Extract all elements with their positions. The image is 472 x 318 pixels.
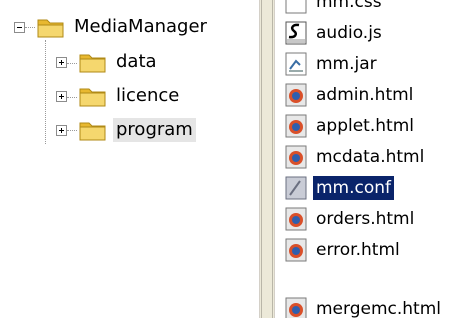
tree-label[interactable]: licence <box>113 84 182 108</box>
file-name[interactable]: orders.html <box>313 207 417 231</box>
html-file-icon <box>283 296 309 318</box>
file-item[interactable]: mm.jar <box>283 48 380 79</box>
folder-tree-pane: MediaManager data licence program <box>0 0 259 318</box>
file-name[interactable]: mm.jar <box>313 52 380 76</box>
folder-open-icon <box>37 16 65 38</box>
tree-connector <box>45 40 46 144</box>
file-item-selected[interactable]: mm.conf <box>283 172 395 203</box>
tree-label[interactable]: program <box>113 118 196 142</box>
script-file-icon <box>283 20 309 46</box>
config-file-icon <box>283 175 309 201</box>
file-item[interactable]: audio.js <box>283 17 385 48</box>
file-name[interactable]: mergemc.html <box>313 297 444 318</box>
pane-splitter[interactable] <box>259 0 275 318</box>
css-file-icon <box>283 0 309 15</box>
file-item[interactable]: orders.html <box>283 203 417 234</box>
splitter-edge <box>261 0 262 318</box>
file-name[interactable]: applet.html <box>313 114 417 138</box>
folder-icon <box>79 51 107 73</box>
file-name[interactable]: mcdata.html <box>313 145 427 169</box>
file-name[interactable]: mm.css <box>313 0 385 14</box>
tree-label[interactable]: MediaManager <box>71 15 210 39</box>
expand-toggle-icon[interactable] <box>56 124 67 136</box>
file-item[interactable]: mcdata.html <box>283 141 427 172</box>
expand-toggle-icon[interactable] <box>56 56 67 68</box>
file-name[interactable]: error.html <box>313 238 403 262</box>
html-file-icon <box>283 82 309 108</box>
file-item[interactable]: error.html <box>283 234 403 265</box>
tree-node-data[interactable]: data <box>56 47 160 77</box>
file-name[interactable]: audio.js <box>313 21 385 45</box>
tree-node-mediamanager[interactable]: MediaManager <box>14 12 210 42</box>
html-file-icon <box>283 237 309 263</box>
tree-node-licence[interactable]: licence <box>56 81 182 111</box>
splitter-edge <box>272 0 273 318</box>
html-file-icon <box>283 144 309 170</box>
file-item[interactable]: mm.css <box>283 0 385 17</box>
tree-node-program[interactable]: program <box>56 115 196 145</box>
file-item[interactable]: admin.html <box>283 79 416 110</box>
file-item[interactable]: mergemc.html <box>283 293 444 318</box>
html-file-icon <box>283 206 309 232</box>
file-name[interactable]: admin.html <box>313 83 416 107</box>
html-file-icon <box>283 113 309 139</box>
jar-file-icon <box>283 51 309 77</box>
folder-icon <box>79 85 107 107</box>
file-item[interactable]: applet.html <box>283 110 417 141</box>
tree-label[interactable]: data <box>113 50 160 74</box>
expand-toggle-icon[interactable] <box>56 90 67 102</box>
file-list-pane: mm.css audio.js mm.jar admin.html applet… <box>275 0 472 318</box>
folder-icon <box>79 119 107 141</box>
collapse-toggle-icon[interactable] <box>14 21 25 33</box>
file-name[interactable]: mm.conf <box>313 175 395 200</box>
